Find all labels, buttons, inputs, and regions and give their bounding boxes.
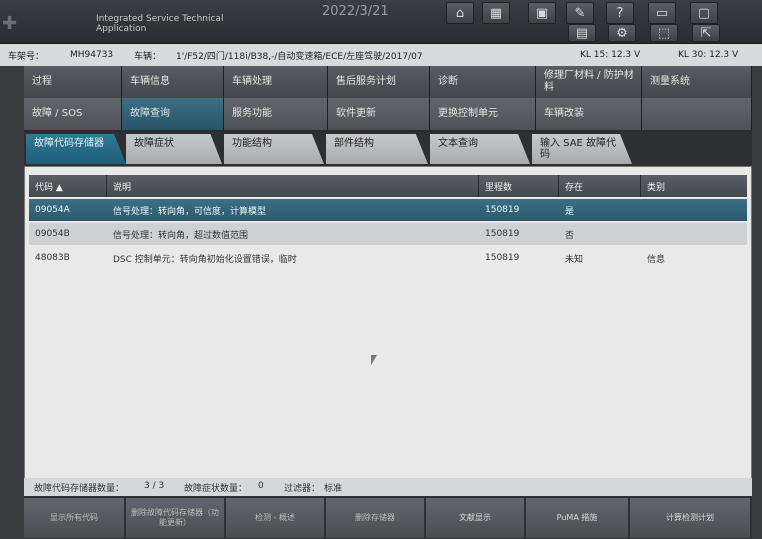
main-nav: 过程 车辆信息 车辆处理 售后服务计划 诊断 修理厂材料 / 防护材料 测量系统 bbox=[24, 66, 752, 98]
subnav-fault-query[interactable]: 故障查询 bbox=[122, 98, 224, 130]
puma-measures-button[interactable]: PuMA 措施 bbox=[526, 498, 628, 538]
tab-function-structure[interactable]: 功能结构 bbox=[224, 134, 324, 164]
symptom-count-value: 0 bbox=[258, 481, 264, 491]
fault-count-value: 3 / 3 bbox=[144, 481, 165, 491]
show-documents-button[interactable]: 文献显示 bbox=[426, 498, 524, 538]
nav-workshop-materials[interactable]: 修理厂材料 / 防护材料 bbox=[536, 66, 642, 98]
kl15-voltage: KL 15: 12.3 V bbox=[580, 50, 641, 60]
wrench-icon[interactable]: ✎ bbox=[566, 2, 594, 24]
test-overview-button[interactable]: 检测 - 概述 bbox=[226, 498, 324, 538]
calculate-test-plan-button[interactable]: 计算检测计划 bbox=[630, 498, 750, 538]
home-icon[interactable]: ⌂ bbox=[446, 2, 474, 24]
row-category: 信息 bbox=[647, 254, 666, 265]
row-code: 09054A bbox=[35, 205, 70, 215]
row-description: 信号处理：转向角，可信度，计算模型 bbox=[113, 206, 267, 217]
window-icon[interactable]: ▭ bbox=[648, 2, 676, 24]
tab-component-structure[interactable]: 部件结构 bbox=[326, 134, 428, 164]
status-bar: 故障代码存储器数量： 3 / 3 故障症状数量： 0 过滤器： 标准 bbox=[24, 478, 752, 496]
col-description[interactable]: 说明 bbox=[107, 175, 479, 197]
row-mileage: 150819 bbox=[485, 229, 520, 239]
nav-vehicle-processing[interactable]: 车辆处理 bbox=[224, 66, 328, 98]
row-category bbox=[641, 199, 747, 221]
row-mileage: 150819 bbox=[485, 253, 520, 263]
delete-memory-button[interactable]: 删除存储器 bbox=[326, 498, 424, 538]
tab-text-search[interactable]: 文本查询 bbox=[430, 134, 530, 164]
table-row[interactable]: 09054B 信号处理：转向角，超过数值范围 150819 否 bbox=[29, 223, 747, 245]
export-icon[interactable]: ⇱ bbox=[692, 24, 720, 42]
nav-diagnosis[interactable]: 诊断 bbox=[430, 66, 536, 98]
app-name: Integrated Service Technical Application bbox=[96, 14, 224, 34]
col-category[interactable]: 类别 bbox=[641, 175, 747, 197]
tab-bar: 故障代码存储器 故障症状 功能结构 部件结构 文本查询 输入 SAE 故障代码 bbox=[24, 132, 752, 166]
screenshot-icon[interactable]: ⬚ bbox=[650, 24, 678, 42]
restore-icon[interactable]: ▢ bbox=[690, 2, 718, 24]
kl30-voltage: KL 30: 12.3 V bbox=[678, 50, 739, 60]
sub-nav: 故障 / SOS 故障查询 服务功能 软件更新 更换控制单元 车辆改装 bbox=[24, 98, 752, 130]
vehicle-info-bar: 车架号： MH94733 车辆： 1'/F52/四门/118i/B38,-/自动… bbox=[0, 44, 762, 66]
subnav-fault-sos[interactable]: 故障 / SOS bbox=[24, 98, 122, 130]
gear-icon[interactable]: ⚙ bbox=[608, 24, 636, 42]
col-code[interactable]: 代码 ▲ bbox=[29, 175, 107, 197]
subnav-software-update[interactable]: 软件更新 bbox=[328, 98, 430, 130]
vin-value: MH94733 bbox=[70, 50, 114, 60]
tab-fault-symptoms[interactable]: 故障症状 bbox=[126, 134, 222, 164]
image-icon[interactable]: ▣ bbox=[528, 2, 556, 24]
tab-fault-memory[interactable]: 故障代码存储器 bbox=[26, 134, 126, 164]
grid-icon[interactable]: ▦ bbox=[482, 2, 510, 24]
vehicle-label: 车辆： bbox=[134, 51, 162, 62]
row-category bbox=[641, 223, 747, 245]
nav-measuring-system[interactable]: 测量系统 bbox=[642, 66, 752, 98]
subnav-service-functions[interactable]: 服务功能 bbox=[224, 98, 328, 130]
title-bar: ✚ Integrated Service Technical Applicati… bbox=[0, 0, 762, 44]
tab-sae-code[interactable]: 输入 SAE 故障代码 bbox=[532, 134, 632, 164]
row-present: 否 bbox=[565, 230, 575, 241]
filter-value: 标准 bbox=[324, 484, 343, 494]
row-present: 是 bbox=[565, 206, 575, 217]
row-code: 48083B bbox=[35, 253, 70, 263]
table-row[interactable]: 09054A 信号处理：转向角，可信度，计算模型 150819 是 bbox=[29, 199, 747, 221]
subnav-empty bbox=[642, 98, 752, 130]
fault-code-panel: 代码 ▲ 说明 里程数 存在 类别 09054A 信号处理：转向角，可信度，计算… bbox=[24, 166, 752, 486]
right-edge bbox=[752, 66, 762, 539]
col-present[interactable]: 存在 bbox=[559, 175, 641, 197]
delete-fault-memory-button[interactable]: 删除故障代码存储器（功能更新） bbox=[126, 498, 224, 538]
vehicle-value: 1'/F52/四门/118i/B38,-/自动变速箱/ECE/左座驾驶/2017… bbox=[176, 51, 423, 62]
subnav-replace-ecu[interactable]: 更换控制单元 bbox=[430, 98, 536, 130]
action-bar: 显示所有代码 删除故障代码存储器（功能更新） 检测 - 概述 删除存储器 文献显… bbox=[24, 496, 752, 539]
calendar-icon[interactable]: ▤ bbox=[568, 24, 596, 42]
fault-count-label: 故障代码存储器数量： bbox=[34, 484, 125, 494]
symptom-count-label: 故障症状数量： bbox=[184, 484, 248, 494]
show-all-codes-button[interactable]: 显示所有代码 bbox=[24, 498, 124, 538]
help-icon[interactable]: ? bbox=[606, 2, 634, 24]
col-mileage[interactable]: 里程数 bbox=[479, 175, 559, 197]
nav-vehicle-info[interactable]: 车辆信息 bbox=[122, 66, 224, 98]
row-code: 09054B bbox=[35, 229, 70, 239]
left-edge bbox=[0, 66, 24, 539]
table-header: 代码 ▲ 说明 里程数 存在 类别 bbox=[29, 175, 747, 197]
nav-process[interactable]: 过程 bbox=[24, 66, 122, 98]
filter-label: 过滤器： bbox=[284, 484, 321, 494]
vin-label: 车架号： bbox=[8, 51, 45, 62]
row-description: DSC 控制单元：转向角初始化设置错误，临时 bbox=[113, 254, 297, 265]
row-present: 未知 bbox=[565, 254, 584, 265]
nav-service-plan[interactable]: 售后服务计划 bbox=[328, 66, 430, 98]
mouse-cursor-icon bbox=[371, 355, 377, 365]
app-logo-icon: ✚ bbox=[2, 13, 18, 34]
table-row[interactable]: 48083B DSC 控制单元：转向角初始化设置错误，临时 150819 未知 … bbox=[29, 247, 747, 269]
row-mileage: 150819 bbox=[485, 205, 520, 215]
row-description: 信号处理：转向角，超过数值范围 bbox=[113, 230, 249, 241]
date-display: 2022/3/21 bbox=[322, 4, 389, 19]
subnav-vehicle-modification[interactable]: 车辆改装 bbox=[536, 98, 642, 130]
